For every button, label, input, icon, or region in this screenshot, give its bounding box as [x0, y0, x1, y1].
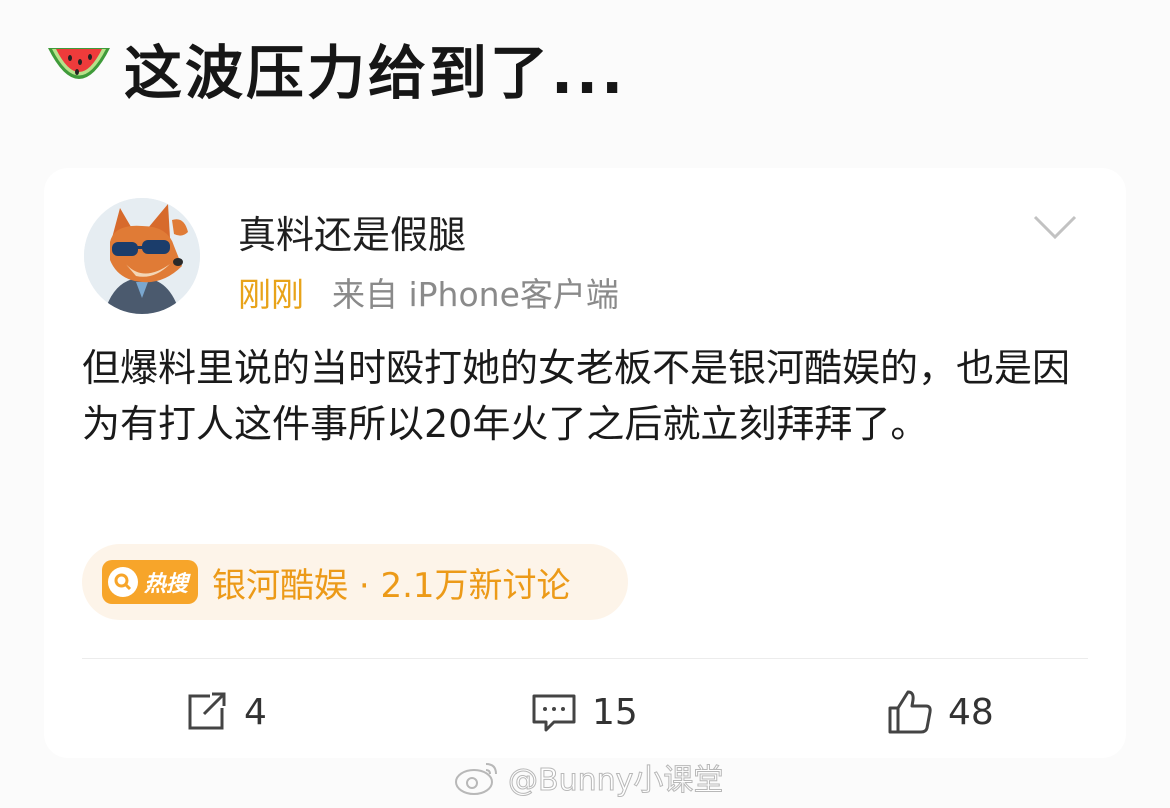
- headline-text: 这波压力给到了...: [124, 39, 627, 107]
- comment-icon: [532, 694, 576, 732]
- divider: [82, 658, 1088, 659]
- watermark-text: @Bunny小课堂: [507, 763, 724, 799]
- search-icon: [108, 567, 138, 597]
- hot-search-badge: 热搜: [102, 560, 199, 604]
- repost-count: 4: [244, 691, 267, 733]
- chevron-down-icon[interactable]: [1032, 212, 1078, 242]
- post-time: 刚刚: [238, 275, 304, 314]
- post-meta: 刚刚 来自 iPhone客户端: [238, 268, 619, 316]
- comment-count: 15: [592, 691, 638, 733]
- post-content: 但爆料里说的当时殴打她的女老板不是银河酷娱的，也是因为有打人这件事所以20年火了…: [82, 346, 1071, 446]
- post-source: 来自 iPhone客户端: [332, 275, 619, 314]
- like-button[interactable]: 48: [886, 684, 994, 740]
- like-count: 48: [948, 691, 994, 733]
- headline: 这波压力给到了...: [44, 28, 626, 108]
- weibo-logo-icon: [455, 763, 497, 795]
- username[interactable]: 真料还是假腿: [238, 204, 466, 259]
- repost-button[interactable]: 4: [182, 684, 267, 740]
- watermelon-icon: [48, 48, 110, 79]
- repost-icon: [188, 692, 226, 730]
- thumbs-up-icon: [888, 690, 932, 734]
- hot-search-tag[interactable]: 热搜 银河酷娱 · 2.1万新讨论: [82, 544, 628, 620]
- fox-avatar-icon: [84, 198, 200, 314]
- hot-search-text: 银河酷娱 · 2.1万新讨论: [212, 565, 571, 606]
- watermark: @Bunny小课堂: [452, 754, 724, 800]
- avatar[interactable]: [84, 198, 200, 314]
- hot-search-badge-label: 热搜: [144, 572, 189, 597]
- comment-button[interactable]: 15: [530, 684, 638, 740]
- weibo-post-card[interactable]: 真料还是假腿 刚刚 来自 iPhone客户端 但爆料里说的当时殴打她的女老板不是…: [44, 168, 1126, 758]
